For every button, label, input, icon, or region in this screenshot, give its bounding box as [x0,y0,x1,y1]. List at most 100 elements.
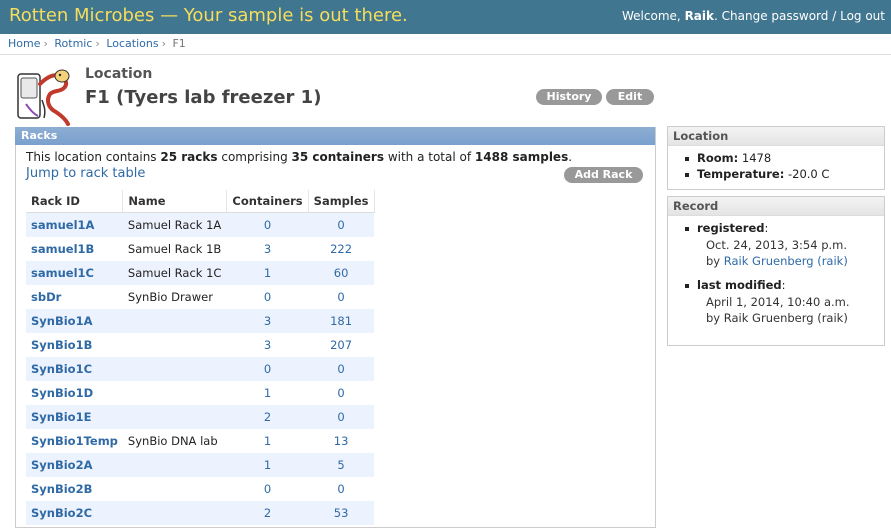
jump-to-rack-table-link[interactable]: Jump to rack table [26,166,145,181]
location-box-header: Location [668,127,884,146]
rack-containers-count[interactable]: 1 [226,261,309,285]
breadcrumb-locations[interactable]: Locations [106,37,158,50]
table-row[interactable]: SynBio1B 3 207 [26,333,374,357]
table-row[interactable]: SynBio1A 3 181 [26,309,375,333]
rack-samples-count[interactable]: 0 [308,477,374,501]
registered-by-line: by Raik Gruenberg (raik) [706,254,848,268]
rack-id-link[interactable]: SynBio2B [26,477,123,501]
rack-name [122,309,227,333]
rack-name [122,357,227,381]
rack-name: Samuel Rack 1A [122,212,227,237]
rack-containers-count[interactable]: 3 [227,333,308,357]
table-row[interactable]: samuel1C Samuel Rack 1C 1 60 [26,261,375,285]
rack-containers-count[interactable]: 3 [227,237,308,261]
temperature-item: Temperature: -20.0 C [668,167,884,183]
rack-name [122,501,227,525]
last-modified-item: last modified: [668,278,884,295]
rack-samples-count[interactable]: 0 [308,357,375,381]
rack-name: SynBio DNA lab [127,434,218,448]
user-tools: Welcome, Raik. Change password / Log out [622,9,885,23]
modified-by-line: by Raik Gruenberg (raik) [706,311,848,325]
table-row[interactable]: SynBio1E 2 0 [26,405,375,429]
rack-samples-count[interactable]: 0 [308,285,374,309]
table-row[interactable]: SynBio2A 1 5 [26,453,375,477]
table-row[interactable]: SynBio2B 0 0 [26,477,374,501]
record-box-header: Record [668,197,884,216]
rack-id-link[interactable]: SynBio1C [26,357,123,381]
rack-id-link[interactable]: SynBio2A [26,453,123,477]
username: Raik [684,9,714,23]
welcome-text: Welcome, [622,9,681,23]
rack-samples-count[interactable]: 0 [308,381,374,405]
rack-count: 25 racks [160,150,218,164]
breadcrumb-current: F1 [172,37,186,50]
column-header-name[interactable]: Name [122,190,228,213]
racks-summary: This location contains 25 racks comprisi… [26,150,573,164]
rack-containers-count[interactable]: 1 [227,381,308,405]
logout-link[interactable]: Log out [840,9,885,23]
rack-containers-count[interactable]: 2 [226,405,309,429]
rack-samples-count[interactable]: 13 [308,429,374,453]
rack-name: SynBio Drawer [127,290,213,304]
room-item: Room: 1478 [668,151,884,167]
edit-button[interactable]: Edit [606,89,654,105]
table-row[interactable]: SynBio1D 1 0 [26,381,374,405]
breadcrumb: Home › Rotmic › Locations › F1 [0,34,891,55]
table-row[interactable]: SynBio1C 0 0 [26,357,375,381]
add-rack-button[interactable]: Add Rack [564,167,643,183]
table-row[interactable]: sbDr SynBio Drawer 0 0 [26,285,374,309]
rack-samples-count[interactable]: 181 [308,309,375,333]
rack-containers-count[interactable]: 1 [226,453,309,477]
rack-id-link[interactable]: SynBio1A [26,309,123,333]
table-row[interactable]: SynBio2C 2 53 [26,501,375,525]
rack-id-link[interactable]: SynBio1B [26,333,123,357]
table-row[interactable]: SynBio1Temp SynBio DNA lab 1 13 [26,429,374,453]
rack-id-link[interactable]: SynBio1E [26,405,123,429]
record-box: Record registered: Oct. 24, 2013, 3:54 p… [667,196,885,346]
rack-samples-count[interactable]: 5 [308,453,375,477]
rack-table: Rack ID Name Containers Samples samuel1A… [26,190,375,525]
microbe-freezer-logo-icon [14,64,76,126]
rack-samples-count[interactable]: 0 [308,405,375,429]
rack-containers-count[interactable]: 3 [226,309,309,333]
rack-containers-count[interactable]: 0 [227,477,308,501]
rack-containers-count[interactable]: 2 [226,501,309,525]
rack-id-link[interactable]: SynBio1Temp [26,429,123,453]
rack-samples-count[interactable]: 60 [308,261,375,285]
registered-date: Oct. 24, 2013, 3:54 p.m. [706,238,848,252]
rack-id-link[interactable]: SynBio1D [26,381,123,405]
registered-by-link[interactable]: Raik Gruenberg (raik) [724,254,848,268]
rack-id-link[interactable]: samuel1B [26,237,123,261]
rack-id-link[interactable]: SynBio2C [26,501,123,525]
rack-name [123,333,227,357]
breadcrumb-rotmic[interactable]: Rotmic [54,37,92,50]
rack-samples-count[interactable]: 0 [308,212,375,237]
rack-containers-count[interactable]: 0 [226,212,309,237]
rack-containers-count[interactable]: 0 [227,285,308,309]
rack-containers-count[interactable]: 0 [226,357,309,381]
location-label: Location [85,66,153,82]
room-value: 1478 [741,151,772,165]
rack-name [122,405,227,429]
rack-samples-count[interactable]: 207 [308,333,374,357]
site-title[interactable]: Rotten Microbes — Your sample is out the… [9,5,408,26]
breadcrumb-home[interactable]: Home [8,37,40,50]
history-button[interactable]: History [536,89,602,105]
rack-samples-count[interactable]: 222 [308,237,374,261]
rack-name: Samuel Rack 1C [122,261,227,285]
table-row[interactable]: samuel1A Samuel Rack 1A 0 0 [26,212,375,237]
column-header-samples[interactable]: Samples [308,190,375,213]
rack-containers-count[interactable]: 1 [227,429,308,453]
rack-id-link[interactable]: sbDr [26,285,123,309]
table-row[interactable]: samuel1B Samuel Rack 1B 3 222 [26,237,374,261]
location-info-box: Location Room: 1478 Temperature: -20.0 C [667,126,885,190]
rack-id-link[interactable]: samuel1C [26,261,123,285]
change-password-link[interactable]: Change password [722,9,829,23]
page-title: F1 (Tyers lab freezer 1) [85,87,322,108]
rack-id-link[interactable]: samuel1A [26,212,123,237]
top-bar: Rotten Microbes — Your sample is out the… [0,0,891,34]
rack-samples-count[interactable]: 53 [308,501,375,525]
column-header-rack-id[interactable]: Rack ID [26,190,124,213]
rack-name [122,453,227,477]
column-header-containers[interactable]: Containers [226,190,309,213]
